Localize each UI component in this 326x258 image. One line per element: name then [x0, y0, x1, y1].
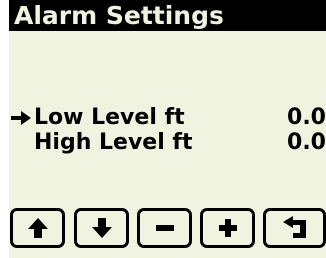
- minus-button[interactable]: [137, 208, 192, 248]
- menu-item-high-level[interactable]: High Level ft 0.0: [9, 130, 326, 156]
- menu-item-label: Low Level ft: [34, 105, 185, 130]
- selection-arrow-icon: [11, 105, 33, 131]
- menu-item-value: 0.0: [287, 105, 326, 130]
- softkey-bar: [9, 208, 326, 258]
- page-title: Alarm Settings: [9, 0, 326, 31]
- menu-item-value: 0.0: [287, 130, 326, 155]
- menu-item-low-level[interactable]: Low Level ft 0.0: [9, 105, 326, 131]
- down-button[interactable]: [74, 208, 129, 248]
- back-button[interactable]: [263, 208, 326, 248]
- lcd-screen: Alarm Settings Low Level ft 0.0 High Lev…: [9, 0, 326, 258]
- menu-item-label: High Level ft: [34, 130, 193, 155]
- plus-button[interactable]: [200, 208, 255, 248]
- up-button[interactable]: [10, 208, 65, 248]
